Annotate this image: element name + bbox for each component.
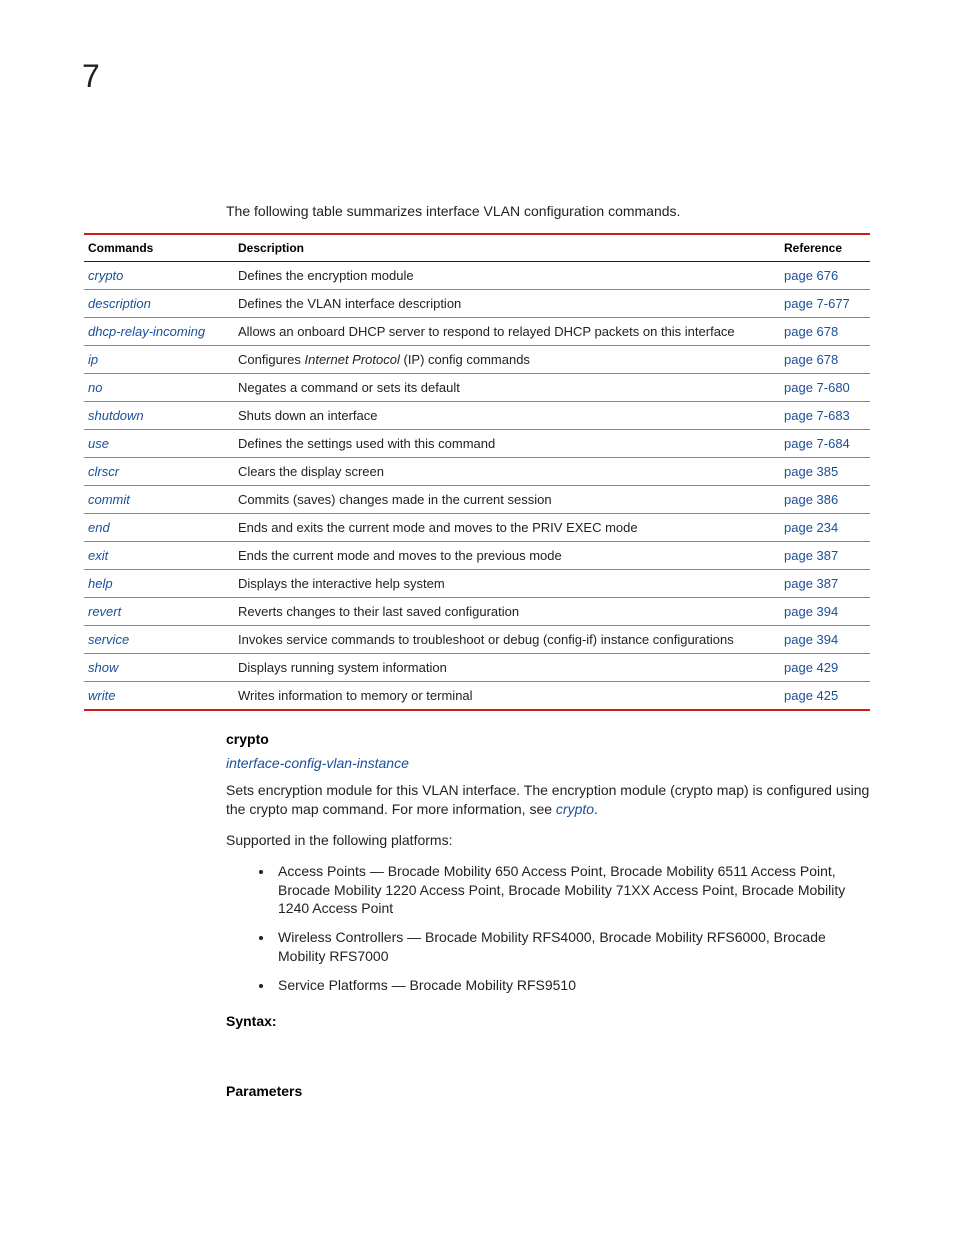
col-header-commands: Commands bbox=[84, 234, 234, 262]
list-item: Access Points — Brocade Mobility 650 Acc… bbox=[274, 862, 870, 919]
cmd-desc: Ends and exits the current mode and move… bbox=[234, 514, 780, 542]
cmd-link[interactable]: crypto bbox=[88, 268, 123, 283]
section-heading-crypto: crypto bbox=[226, 731, 870, 747]
page-link[interactable]: page 234 bbox=[784, 520, 838, 535]
cmd-link[interactable]: description bbox=[88, 296, 151, 311]
table-row: service Invokes service commands to trou… bbox=[84, 626, 870, 654]
crypto-section: crypto interface-config-vlan-instance Se… bbox=[226, 731, 870, 1099]
table-row: show Displays running system information… bbox=[84, 654, 870, 682]
page-link[interactable]: page 387 bbox=[784, 576, 838, 591]
page-link[interactable]: page 385 bbox=[784, 464, 838, 479]
cmd-desc: Reverts changes to their last saved conf… bbox=[234, 598, 780, 626]
parameters-heading: Parameters bbox=[226, 1083, 870, 1099]
cmd-link[interactable]: no bbox=[88, 380, 102, 395]
cmd-desc: Clears the display screen bbox=[234, 458, 780, 486]
cmd-link[interactable]: shutdown bbox=[88, 408, 144, 423]
page-link[interactable]: page 678 bbox=[784, 352, 838, 367]
table-row: description Defines the VLAN interface d… bbox=[84, 290, 870, 318]
table-row: no Negates a command or sets its default… bbox=[84, 374, 870, 402]
table-row: crypto Defines the encryption module pag… bbox=[84, 262, 870, 290]
cmd-link[interactable]: ip bbox=[88, 352, 98, 367]
syntax-heading: Syntax: bbox=[226, 1013, 870, 1029]
list-item: Service Platforms — Brocade Mobility RFS… bbox=[274, 976, 870, 995]
cmd-desc: Commits (saves) changes made in the curr… bbox=[234, 486, 780, 514]
cmd-desc: Defines the VLAN interface description bbox=[234, 290, 780, 318]
table-header-row: Commands Description Reference bbox=[84, 234, 870, 262]
inline-link-crypto[interactable]: crypto bbox=[556, 801, 594, 817]
cmd-desc: Allows an onboard DHCP server to respond… bbox=[234, 318, 780, 346]
page-link[interactable]: page 676 bbox=[784, 268, 838, 283]
page-link[interactable]: page 7-683 bbox=[784, 408, 850, 423]
page-link[interactable]: page 7-684 bbox=[784, 436, 850, 451]
col-header-reference: Reference bbox=[780, 234, 870, 262]
platforms-intro: Supported in the following platforms: bbox=[226, 831, 870, 850]
intro-text: The following table summarizes interface… bbox=[226, 203, 870, 219]
table-row: end Ends and exits the current mode and … bbox=[84, 514, 870, 542]
cmd-desc: Displays the interactive help system bbox=[234, 570, 780, 598]
cmd-desc: Defines the encryption module bbox=[234, 262, 780, 290]
cmd-desc: Invokes service commands to troubleshoot… bbox=[234, 626, 780, 654]
page-link[interactable]: page 7-680 bbox=[784, 380, 850, 395]
cmd-desc: Ends the current mode and moves to the p… bbox=[234, 542, 780, 570]
page-link[interactable]: page 387 bbox=[784, 548, 838, 563]
cmd-desc: Configures Internet Protocol (IP) config… bbox=[234, 346, 780, 374]
table-row: revert Reverts changes to their last sav… bbox=[84, 598, 870, 626]
page-link[interactable]: page 7-677 bbox=[784, 296, 850, 311]
cmd-link[interactable]: revert bbox=[88, 604, 121, 619]
table-row: ip Configures Internet Protocol (IP) con… bbox=[84, 346, 870, 374]
cmd-desc: Defines the settings used with this comm… bbox=[234, 430, 780, 458]
table-row: exit Ends the current mode and moves to … bbox=[84, 542, 870, 570]
page-link[interactable]: page 394 bbox=[784, 604, 838, 619]
table-row: shutdown Shuts down an interface page 7-… bbox=[84, 402, 870, 430]
list-item: Wireless Controllers — Brocade Mobility … bbox=[274, 928, 870, 966]
table-row: help Displays the interactive help syste… bbox=[84, 570, 870, 598]
cmd-desc: Displays running system information bbox=[234, 654, 780, 682]
cmd-link[interactable]: write bbox=[88, 688, 115, 703]
commands-table: Commands Description Reference crypto De… bbox=[84, 233, 870, 711]
cmd-link[interactable]: use bbox=[88, 436, 109, 451]
cmd-link[interactable]: clrscr bbox=[88, 464, 119, 479]
table-row: write Writes information to memory or te… bbox=[84, 682, 870, 711]
cmd-desc: Shuts down an interface bbox=[234, 402, 780, 430]
chapter-number: 7 bbox=[82, 58, 870, 95]
page-link[interactable]: page 386 bbox=[784, 492, 838, 507]
page-link[interactable]: page 429 bbox=[784, 660, 838, 675]
table-row: commit Commits (saves) changes made in t… bbox=[84, 486, 870, 514]
table-row: clrscr Clears the display screen page 38… bbox=[84, 458, 870, 486]
cmd-link[interactable]: exit bbox=[88, 548, 108, 563]
crypto-description: Sets encryption module for this VLAN int… bbox=[226, 781, 870, 819]
col-header-description: Description bbox=[234, 234, 780, 262]
cmd-desc: Negates a command or sets its default bbox=[234, 374, 780, 402]
cmd-link[interactable]: show bbox=[88, 660, 118, 675]
cmd-link[interactable]: end bbox=[88, 520, 110, 535]
page-link[interactable]: page 394 bbox=[784, 632, 838, 647]
cmd-link[interactable]: commit bbox=[88, 492, 130, 507]
cmd-desc: Writes information to memory or terminal bbox=[234, 682, 780, 711]
cmd-link[interactable]: dhcp-relay-incoming bbox=[88, 324, 205, 339]
cmd-link[interactable]: service bbox=[88, 632, 129, 647]
page-link[interactable]: page 425 bbox=[784, 688, 838, 703]
page-link[interactable]: page 678 bbox=[784, 324, 838, 339]
cmd-link[interactable]: help bbox=[88, 576, 113, 591]
platforms-list: Access Points — Brocade Mobility 650 Acc… bbox=[226, 862, 870, 995]
context-link[interactable]: interface-config-vlan-instance bbox=[226, 755, 870, 771]
table-row: dhcp-relay-incoming Allows an onboard DH… bbox=[84, 318, 870, 346]
table-row: use Defines the settings used with this … bbox=[84, 430, 870, 458]
